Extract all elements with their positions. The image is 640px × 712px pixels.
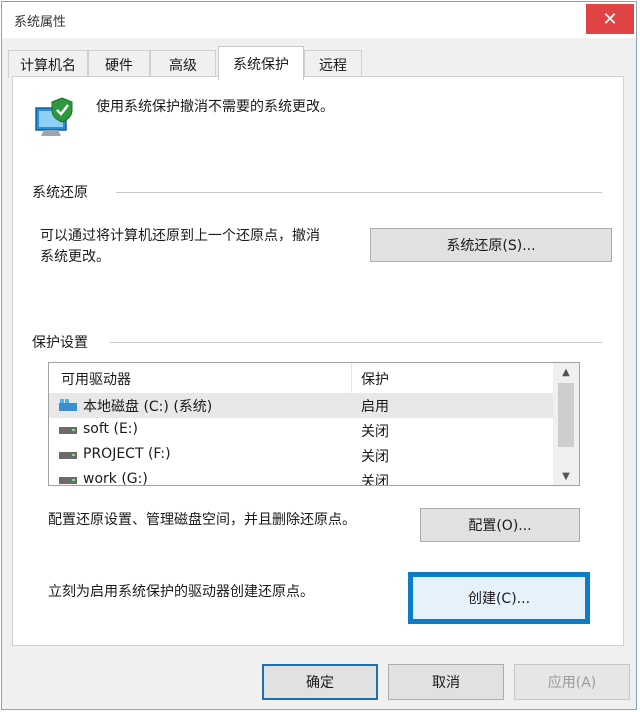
create-description: 立刻为启用系统保护的驱动器创建还原点。 [48, 584, 314, 600]
configure-button[interactable]: 配置(O)... [420, 508, 580, 542]
close-icon: ✕ [602, 8, 618, 30]
drive-icon [59, 477, 77, 484]
scroll-down-arrow-icon[interactable]: ▼ [553, 467, 579, 485]
tab-computer-name[interactable]: 计算机名 [8, 50, 88, 78]
column-available-drives[interactable]: 可用驱动器 [61, 369, 131, 389]
protection-group-label: 保护设置 [32, 332, 98, 352]
apply-button[interactable]: 应用(A) [514, 664, 630, 700]
system-drive-icon [59, 399, 77, 411]
drive-icon [59, 427, 77, 434]
column-separator[interactable] [351, 363, 352, 393]
tab-advanced[interactable]: 高级 [150, 50, 216, 78]
close-button[interactable]: ✕ [586, 4, 634, 34]
system-restore-button[interactable]: 系统还原(S)... [370, 228, 612, 262]
drive-status: 关闭 [361, 424, 389, 440]
ok-button[interactable]: 确定 [262, 664, 378, 700]
drive-name: work (G:) [83, 471, 148, 486]
drive-row[interactable]: 本地磁盘 (C:) (系统) 启用 [49, 393, 553, 418]
system-protection-panel [12, 76, 624, 646]
tab-hardware[interactable]: 硬件 [88, 50, 150, 78]
drive-name: PROJECT (F:) [83, 446, 171, 462]
restore-divider [116, 192, 602, 193]
create-button[interactable]: 创建(C)... [410, 574, 588, 622]
restore-text-line2: 系统更改。 [40, 249, 110, 265]
drive-name: soft (E:) [83, 421, 138, 437]
window-title: 系统属性 [14, 15, 67, 30]
drive-status: 启用 [361, 399, 389, 415]
drive-row[interactable]: soft (E:) 关闭 [49, 418, 553, 443]
restore-group-label: 系统还原 [32, 182, 98, 202]
scroll-up-arrow-icon[interactable]: ▲ [553, 363, 579, 381]
listbox-scrollbar[interactable]: ▲ ▼ [553, 363, 579, 485]
drive-name: 本地磁盘 (C:) (系统) [83, 399, 213, 415]
column-protection[interactable]: 保护 [361, 369, 389, 389]
system-protection-shield-icon [35, 97, 73, 136]
cancel-button[interactable]: 取消 [388, 664, 504, 700]
drive-icon [59, 452, 77, 459]
title-bar[interactable]: 系统属性 ✕ [2, 2, 636, 38]
listbox-header: 可用驱动器 保护 [49, 363, 553, 394]
tab-remote[interactable]: 远程 [304, 50, 362, 78]
drive-status: 关闭 [361, 449, 389, 465]
header-description: 使用系统保护撤消不需要的系统更改。 [96, 99, 334, 115]
tab-system-protection[interactable]: 系统保护 [218, 46, 304, 80]
restore-text-line1: 可以通过将计算机还原到上一个还原点，撤消 [40, 228, 320, 244]
drives-listbox[interactable]: 可用驱动器 保护 本地磁盘 (C:) (系统) 启用 soft (E:) 关闭 … [48, 362, 580, 486]
scroll-thumb[interactable] [558, 383, 574, 447]
drive-row[interactable]: PROJECT (F:) 关闭 [49, 443, 553, 468]
protection-divider [110, 342, 602, 343]
configure-description: 配置还原设置、管理磁盘空间，并且删除还原点。 [48, 512, 356, 528]
drive-status: 关闭 [361, 474, 389, 486]
tab-strip: 计算机名 硬件 高级 系统保护 远程 [2, 38, 636, 80]
drive-row[interactable]: work (G:) 关闭 [49, 468, 553, 486]
